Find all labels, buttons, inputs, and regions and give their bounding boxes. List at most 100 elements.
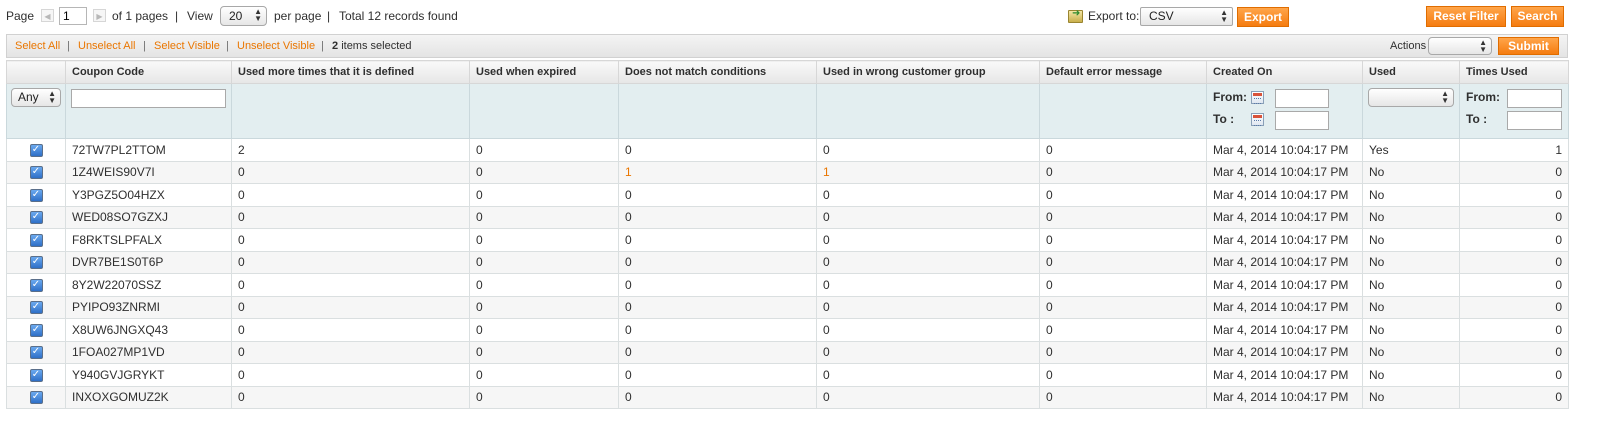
table-row[interactable]: ✓ 1FOA027MP1VD 0 0 0 0 0 Mar 4, 2014 10:04:17 P…	[6, 340, 1569, 364]
table-row[interactable]: ✓ 8Y2W22070SSZ 0 0 0 0 0 Mar 4, 2014 10:04:17 P…	[6, 273, 1569, 297]
created-on-cell: Mar 4, 2014 10:04:17 PM	[1206, 160, 1363, 184]
submit-button[interactable]: Submit	[1498, 37, 1559, 55]
column-header-times-used[interactable]: Times Used	[1459, 60, 1569, 84]
row-checkbox[interactable]: ✓	[29, 278, 43, 292]
times-from-input[interactable]	[1507, 89, 1562, 108]
does-not-match-cell: 0	[618, 183, 817, 207]
calendar-icon[interactable]	[1251, 113, 1264, 126]
created-on-cell: Mar 4, 2014 10:04:17 PM	[1206, 205, 1363, 229]
does-not-match-cell: 0	[618, 250, 817, 274]
used-more-times-cell: 0	[231, 183, 470, 207]
selected-count-text: 2 items selected	[332, 40, 412, 52]
row-checkbox[interactable]: ✓	[29, 301, 43, 315]
row-checkbox[interactable]: ✓	[29, 323, 43, 337]
times-used-cell: 0	[1459, 295, 1569, 319]
coupon-code-filter-input[interactable]	[71, 89, 226, 108]
times-to-input[interactable]	[1507, 111, 1562, 130]
row-checkbox[interactable]: ✓	[29, 256, 43, 270]
export-format-select[interactable]: CSV ▲ ▼	[1140, 7, 1233, 26]
column-header-default-error[interactable]: Default error message	[1039, 60, 1207, 84]
export-button[interactable]: Export	[1237, 7, 1289, 27]
massaction-separator: |	[226, 40, 229, 52]
select-visible-link[interactable]: Select Visible	[154, 40, 220, 52]
per-page-select[interactable]: 20 ▲ ▼	[220, 6, 267, 26]
massaction-filter-select[interactable]: Any ▲ ▼	[11, 88, 61, 107]
row-checkbox-cell: ✓	[6, 318, 66, 342]
column-header-does-not-match[interactable]: Does not match conditions	[618, 60, 817, 84]
created-to-label: To :	[1213, 112, 1235, 126]
row-checkbox[interactable]: ✓	[29, 346, 43, 360]
used-when-expired-cell: 0	[469, 385, 619, 409]
does-not-match-cell: 0	[618, 363, 817, 387]
table-row[interactable]: ✓ 72TW7PL2TTOM 2 0 0 0 0 Mar 4, 2014 10:04:17 P…	[6, 138, 1569, 162]
table-row[interactable]: ✓ F8RKTSLPFALX 0 0 0 0 0 Mar 4, 2014 10:04:17 P…	[6, 228, 1569, 252]
coupon-code-cell: F8RKTSLPFALX	[65, 228, 232, 252]
times-used-cell: 0	[1459, 205, 1569, 229]
row-checkbox[interactable]: ✓	[29, 211, 43, 225]
used-cell: No	[1362, 295, 1460, 319]
used-when-expired-cell: 0	[469, 183, 619, 207]
table-row[interactable]: ✓ X8UW6JNGXQ43 0 0 0 0 0 Mar 4, 2014 10:04:17 P…	[6, 318, 1569, 342]
next-page-arrow-icon[interactable]: ▶	[93, 9, 106, 22]
default-error-cell: 0	[1039, 138, 1207, 162]
unselect-visible-link[interactable]: Unselect Visible	[237, 40, 315, 52]
default-error-cell: 0	[1039, 205, 1207, 229]
column-header-used-more-times[interactable]: Used more times that it is defined	[231, 60, 470, 84]
column-header-used-when-expired[interactable]: Used when expired	[469, 60, 619, 84]
export-label: Export to:	[1088, 9, 1140, 23]
row-checkbox[interactable]: ✓	[29, 188, 43, 202]
calendar-icon[interactable]	[1251, 91, 1264, 104]
column-header-coupon-code[interactable]: Coupon Code	[65, 60, 232, 84]
prev-page-arrow-icon[interactable]: ◀	[41, 9, 54, 22]
wrong-customer-group-cell: 0	[816, 183, 1040, 207]
actions-select[interactable]: ▲ ▼	[1428, 37, 1492, 55]
times-to-label: To :	[1466, 112, 1488, 126]
used-cell: No	[1362, 228, 1460, 252]
used-when-expired-cell: 0	[469, 273, 619, 297]
row-checkbox[interactable]: ✓	[29, 143, 43, 157]
default-error-cell: 0	[1039, 273, 1207, 297]
search-button[interactable]: Search	[1511, 6, 1564, 27]
table-row[interactable]: ✓ DVR7BE1S0T6P 0 0 0 0 0 Mar 4, 2014 10:04:17 P…	[6, 250, 1569, 274]
unselect-all-link[interactable]: Unselect All	[78, 40, 135, 52]
coupon-code-cell: 8Y2W22070SSZ	[65, 273, 232, 297]
table-row[interactable]: ✓ PYIPO93ZNRMI 0 0 0 0 0 Mar 4, 2014 10:04:17 P…	[6, 295, 1569, 319]
row-checkbox[interactable]: ✓	[29, 391, 43, 405]
filter-used: ▲ ▼	[1362, 83, 1460, 139]
coupon-code-cell: WED08SO7GZXJ	[65, 205, 232, 229]
pager-separator-2: |	[327, 9, 331, 23]
select-arrows-icon: ▲ ▼	[1441, 89, 1449, 105]
table-row[interactable]: ✓ WED08SO7GZXJ 0 0 0 0 0 Mar 4, 2014 10:04:17 P…	[6, 205, 1569, 229]
wrong-customer-group-cell: 0	[816, 228, 1040, 252]
row-checkbox[interactable]: ✓	[29, 368, 43, 382]
times-used-cell: 0	[1459, 160, 1569, 184]
selected-label: items selected	[341, 40, 412, 52]
wrong-customer-group-cell: 0	[816, 250, 1040, 274]
does-not-match-cell: 0	[618, 228, 817, 252]
per-page-value: 20	[229, 9, 243, 23]
table-row[interactable]: ✓ Y940GVJGRYKT 0 0 0 0 0 Mar 4, 2014 10:04:17 P…	[6, 363, 1569, 387]
pager-separator: |	[175, 9, 179, 23]
massaction-separator: |	[67, 40, 70, 52]
column-header-used[interactable]: Used	[1362, 60, 1460, 84]
table-row[interactable]: ✓ INXOXGOMUZ2K 0 0 0 0 0 Mar 4, 2014 10:04:17 P…	[6, 385, 1569, 409]
filter-empty	[231, 83, 470, 139]
used-more-times-cell: 0	[231, 295, 470, 319]
row-checkbox[interactable]: ✓	[29, 166, 43, 180]
used-cell: Yes	[1362, 138, 1460, 162]
column-header-created-on[interactable]: Created On	[1206, 60, 1363, 84]
page-input[interactable]	[59, 7, 87, 25]
column-header-wrong-customer-group[interactable]: Used in wrong customer group	[816, 60, 1040, 84]
times-used-cell: 0	[1459, 228, 1569, 252]
created-to-input[interactable]	[1275, 111, 1329, 130]
select-all-link[interactable]: Select All	[15, 40, 60, 52]
reset-filter-button[interactable]: Reset Filter	[1426, 6, 1506, 27]
row-checkbox[interactable]: ✓	[29, 233, 43, 247]
table-row[interactable]: ✓ 1Z4WEIS90V7I 0 0 1 1 0 Mar 4, 2014 10:04:17 P…	[6, 160, 1569, 184]
used-filter-select[interactable]: ▲ ▼	[1368, 88, 1454, 107]
used-when-expired-cell: 0	[469, 138, 619, 162]
table-row[interactable]: ✓ Y3PGZ5O04HZX 0 0 0 0 0 Mar 4, 2014 10:04:17 P…	[6, 183, 1569, 207]
default-error-cell: 0	[1039, 318, 1207, 342]
created-from-input[interactable]	[1275, 89, 1329, 108]
column-header-massaction	[6, 60, 66, 84]
